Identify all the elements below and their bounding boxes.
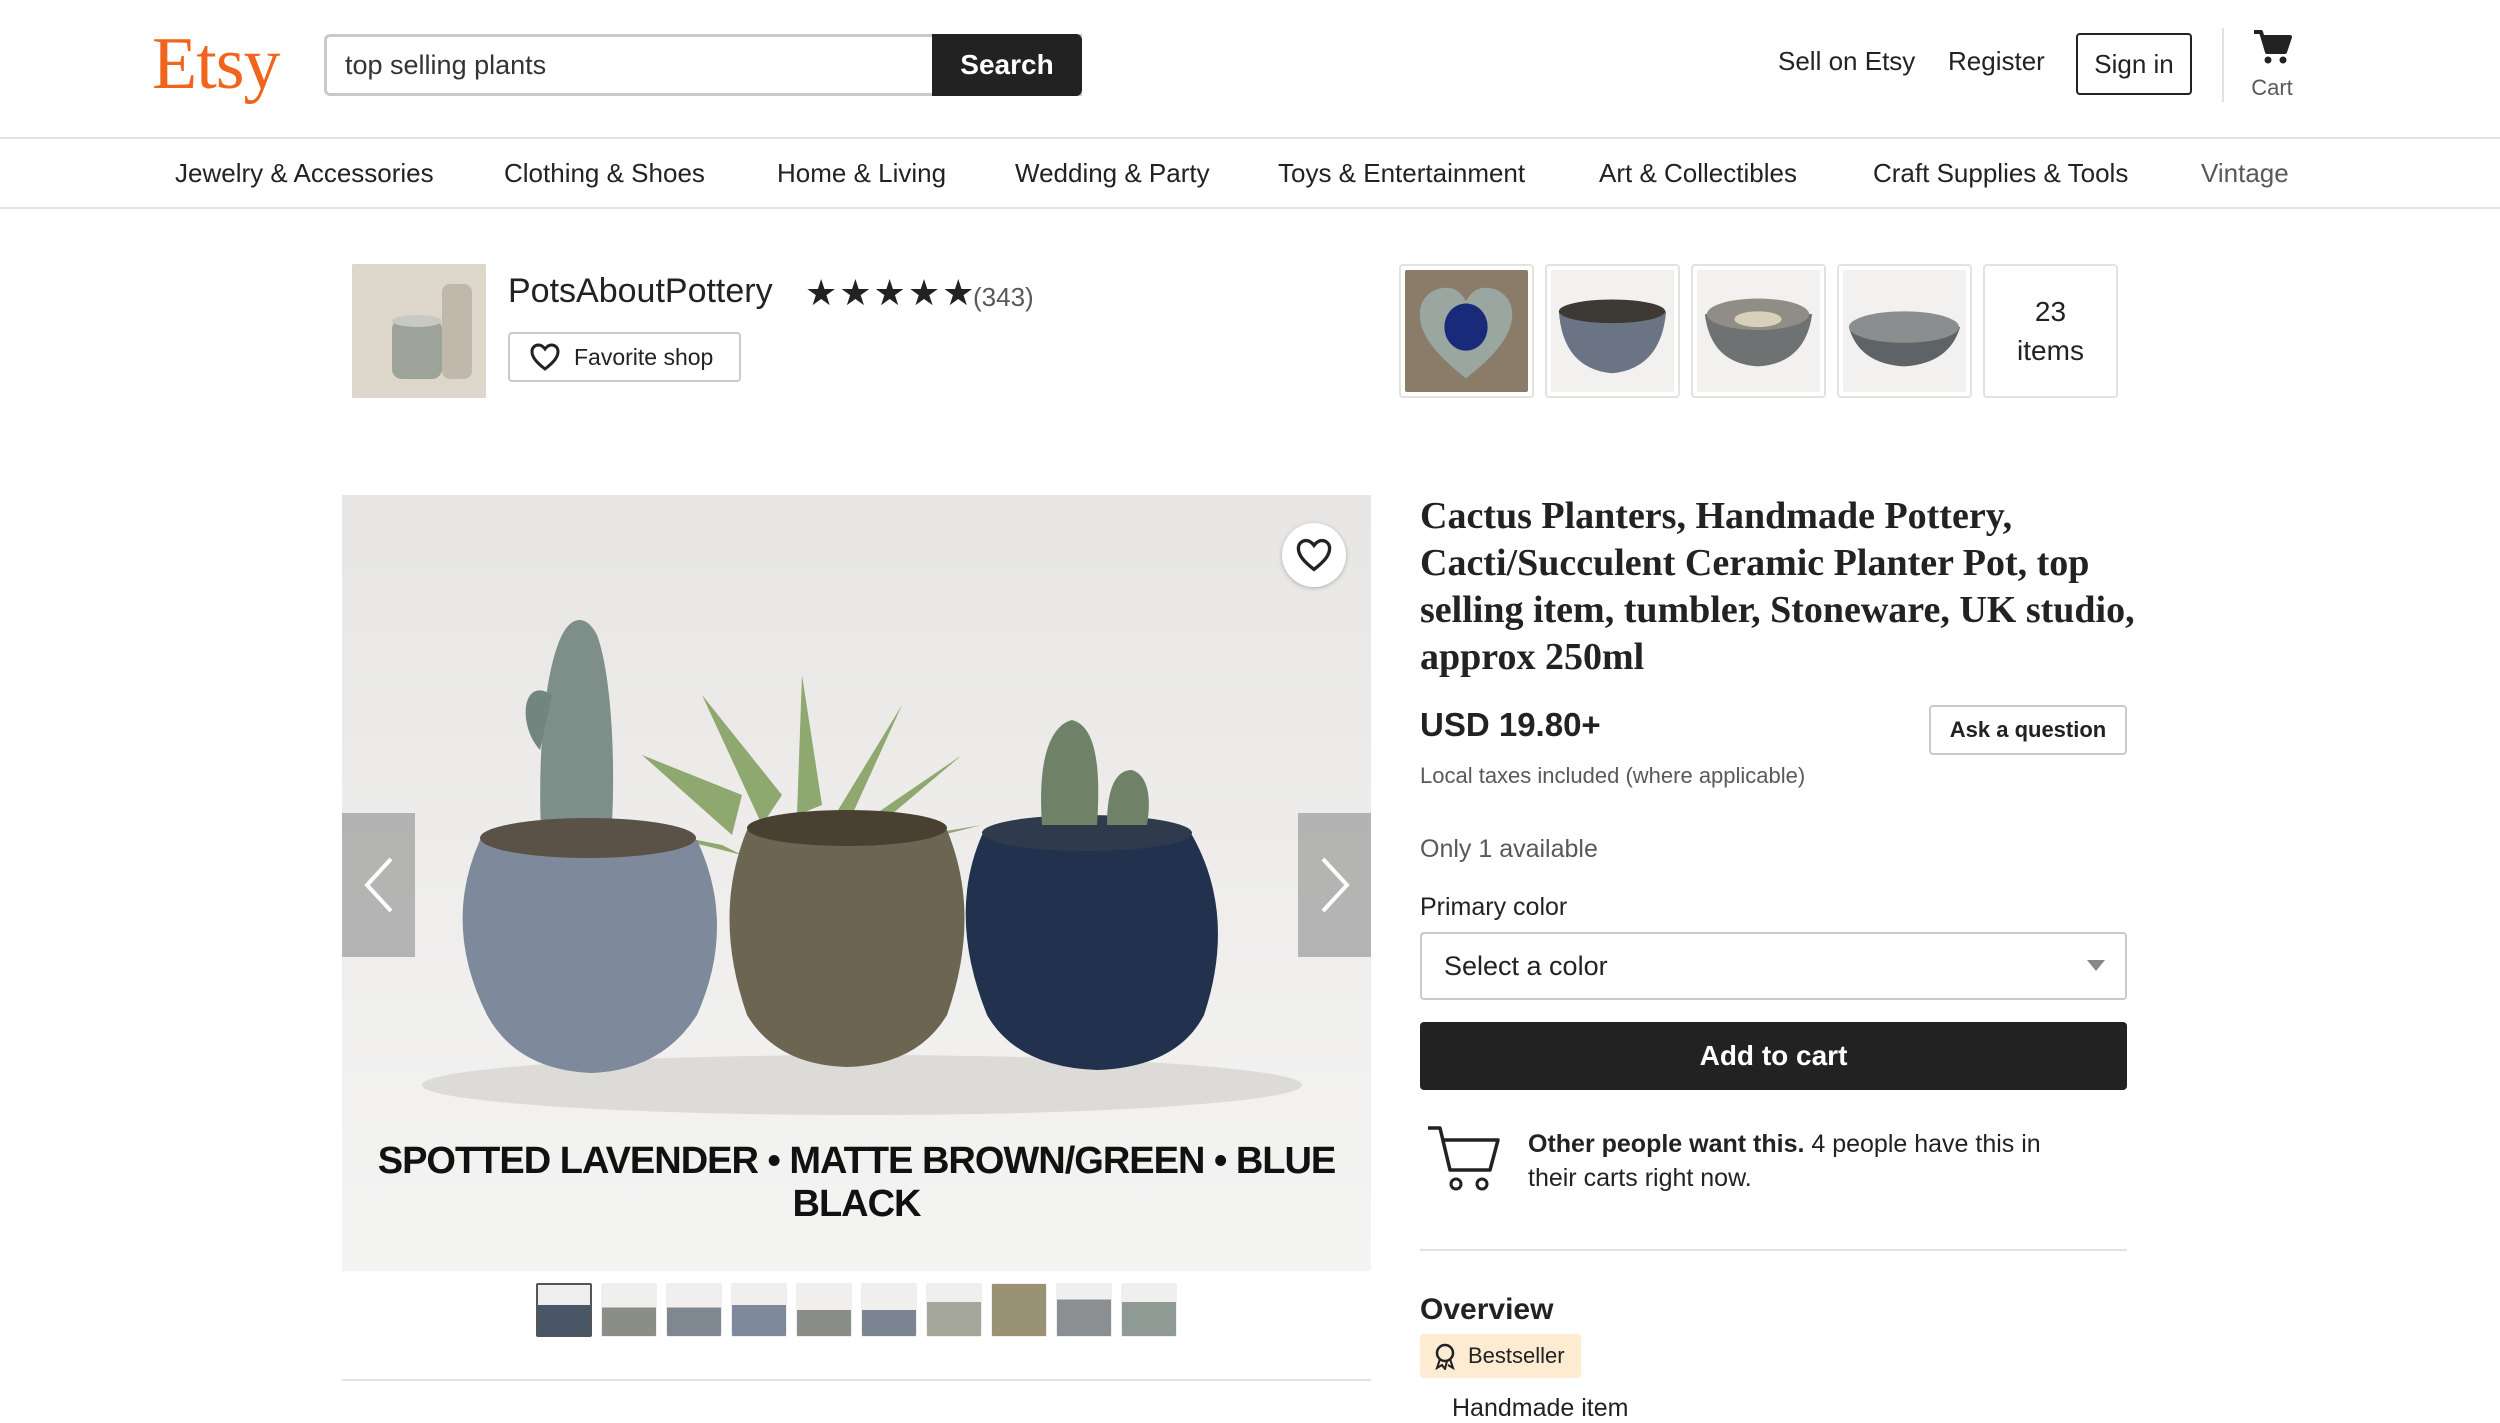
primary-color-select[interactable]: Select a color — [1420, 932, 2127, 1000]
site-header: Etsy Search Sell on Etsy Register Sign i… — [0, 0, 2500, 139]
category-home[interactable]: Home & Living — [777, 158, 946, 189]
image-thumbnail[interactable] — [601, 1283, 657, 1337]
cart-button[interactable]: Cart — [2246, 28, 2298, 101]
image-thumbnail[interactable] — [1056, 1283, 1112, 1337]
badge-label: Bestseller — [1468, 1343, 1565, 1368]
bowl-image — [1551, 270, 1674, 392]
heart-icon — [530, 343, 560, 371]
category-nav: Jewelry & Accessories Clothing & Shoes H… — [0, 140, 2500, 209]
favorite-shop-label: Favorite shop — [574, 343, 714, 370]
sell-on-etsy-link[interactable]: Sell on Etsy — [1778, 46, 1915, 77]
chevron-right-icon — [1321, 857, 1350, 913]
category-toys[interactable]: Toys & Entertainment — [1278, 158, 1525, 189]
image-thumbnail[interactable] — [926, 1283, 982, 1337]
shop-items-count[interactable]: 23 items — [1983, 264, 2118, 398]
cart-outline-icon — [1424, 1120, 1504, 1201]
etsy-logo[interactable]: Etsy — [152, 22, 281, 107]
social-proof-bold: Other people want this. — [1528, 1130, 1805, 1158]
image-thumbnail[interactable] — [731, 1283, 787, 1337]
listing-title: Cactus Planters, Handmade Pottery, Cacti… — [1420, 495, 2135, 678]
heart-icon — [1296, 538, 1332, 572]
cart-social-proof: Other people want this. 4 people have th… — [1528, 1127, 2088, 1195]
bestseller-badge: Bestseller — [1420, 1334, 1581, 1378]
award-icon — [1435, 1343, 1455, 1370]
items-count-number: 23 — [2034, 295, 2067, 327]
previous-image-button[interactable] — [342, 813, 415, 957]
shop-item-thumbnail[interactable] — [1837, 264, 1972, 398]
favorite-listing-button[interactable] — [1282, 523, 1346, 587]
ask-question-button[interactable]: Ask a question — [1929, 705, 2127, 755]
sign-in-button[interactable]: Sign in — [2076, 33, 2192, 95]
chevron-left-icon — [363, 857, 392, 913]
search-button[interactable]: Search — [932, 34, 1082, 96]
add-to-cart-button[interactable]: Add to cart — [1420, 1022, 2127, 1090]
category-vintage[interactable]: Vintage — [2201, 158, 2289, 189]
shop-rating-stars[interactable]: ★★★★★ — [805, 272, 976, 314]
section-divider — [1420, 1249, 2127, 1251]
primary-color-label: Primary color — [1420, 893, 1568, 921]
section-divider — [342, 1379, 1371, 1381]
shop-item-thumbnail[interactable] — [1691, 264, 1826, 398]
category-wedding[interactable]: Wedding & Party — [1015, 158, 1210, 189]
overview-heading: Overview — [1420, 1293, 1554, 1326]
listing-price: USD 19.80+ — [1420, 706, 1601, 743]
shop-rating-count[interactable]: (343) — [973, 282, 1034, 313]
handmade-item: Handmade item — [1452, 1394, 1629, 1422]
category-art[interactable]: Art & Collectibles — [1599, 158, 1797, 189]
register-link[interactable]: Register — [1948, 46, 2045, 77]
image-caption: SPOTTED LAVENDER • MATTE BROWN/GREEN • B… — [377, 1140, 1337, 1225]
header-divider — [2222, 28, 2224, 102]
image-thumbnail[interactable] — [796, 1283, 852, 1337]
shop-item-thumbnail[interactable] — [1545, 264, 1680, 398]
bowl-image — [1697, 270, 1820, 392]
cart-label: Cart — [2251, 75, 2293, 100]
category-craft[interactable]: Craft Supplies & Tools — [1873, 158, 2128, 189]
favorite-shop-button[interactable]: Favorite shop — [508, 332, 741, 382]
cart-icon — [2254, 30, 2292, 64]
shop-item-thumbnail[interactable] — [1399, 264, 1534, 398]
shop-avatar-image — [352, 264, 486, 398]
chevron-down-icon — [2087, 960, 2105, 971]
select-value: Select a color — [1444, 950, 1608, 981]
items-count-label: items — [2017, 335, 2084, 366]
image-thumbnail[interactable] — [666, 1283, 722, 1337]
category-jewelry[interactable]: Jewelry & Accessories — [175, 158, 434, 189]
image-thumbnail[interactable] — [1121, 1283, 1177, 1337]
heart-dish-image — [1405, 270, 1528, 392]
availability: Only 1 available — [1420, 835, 1598, 863]
image-thumbnail[interactable] — [861, 1283, 917, 1337]
shop-name[interactable]: PotsAboutPottery — [508, 272, 773, 311]
image-thumbnail[interactable] — [991, 1283, 1047, 1337]
next-image-button[interactable] — [1298, 813, 1371, 957]
shop-avatar[interactable] — [352, 264, 486, 398]
image-thumbnails — [536, 1283, 1177, 1337]
image-thumbnail[interactable] — [536, 1283, 592, 1337]
tax-note: Local taxes included (where applicable) — [1420, 763, 1806, 788]
category-clothing[interactable]: Clothing & Shoes — [504, 158, 705, 189]
shop-items-strip: 23 items — [1399, 264, 2118, 398]
bowl-image — [1843, 270, 1966, 392]
